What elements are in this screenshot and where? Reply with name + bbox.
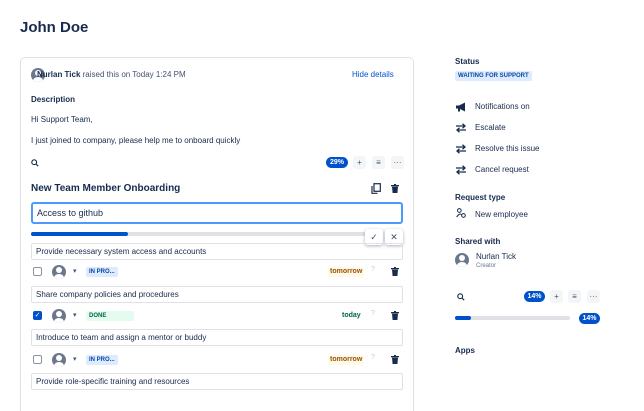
apps-label: Apps [455,346,475,355]
assignee-avatar[interactable] [52,309,66,323]
resolve-issue-action[interactable]: Resolve this issue [475,144,539,153]
description-label: Description [31,95,76,104]
assignee-avatar[interactable] [52,353,66,367]
checklist-item-text[interactable]: Provide necessary system access and acco… [31,243,403,260]
due-date[interactable]: tomorrow [328,267,365,277]
trash-icon[interactable] [391,355,399,364]
trash-icon[interactable] [391,267,399,276]
chevron-down-icon[interactable]: ▾ [73,267,77,275]
transition-arrows-icon [456,144,466,154]
reporter-name[interactable]: Nurlan Tick [37,70,80,79]
checklist-progress-fill [31,232,129,236]
sidebar-progress-badge: 14% [524,291,545,302]
new-employee-icon [456,208,466,218]
checklist-item-text[interactable]: Provide role-specific training and resou… [31,373,403,390]
due-date[interactable]: today [340,311,363,321]
raised-text: raised this on Today 1:24 PM [80,70,186,79]
transition-arrows-icon [456,165,466,175]
raised-line: Nurlan Tick raised this on Today 1:24 PM [37,70,186,79]
status-lozenge[interactable]: IN PRO... [86,267,118,277]
status-lozenge[interactable]: IN PRO... [86,355,118,365]
chevron-down-icon[interactable]: ▾ [73,311,77,319]
more-icon[interactable]: ··· [587,290,600,303]
assignee-avatar[interactable] [52,265,66,279]
description-line-2: I just joined to company, please help me… [31,136,241,145]
trash-icon[interactable] [391,184,399,193]
status-label: Status [455,57,480,66]
chevron-down-icon[interactable]: ▾ [73,355,77,363]
plus-icon[interactable]: + [353,156,366,169]
sidebar-progress-fill [455,316,472,320]
filter-icon[interactable]: ≡ [372,156,385,169]
search-icon[interactable] [31,159,39,167]
copy-icon[interactable] [371,183,381,194]
page-title: John Doe [20,19,89,36]
escalate-action[interactable]: Escalate [475,123,506,132]
notifications-action[interactable]: Notifications on [475,102,530,111]
checklist-item-text[interactable]: Share company policies and procedures [31,286,403,303]
more-icon[interactable]: ··· [391,156,404,169]
sidebar-progress-bar [455,316,570,320]
checklist-item-input[interactable] [31,202,403,224]
checklist-progress-badge: 29% [326,157,348,168]
shared-with-label: Shared with [455,237,501,246]
status-lozenge[interactable]: DONE [86,311,134,321]
checklist-title[interactable]: New Team Member Onboarding [31,183,180,194]
help-icon[interactable]: ? [371,310,375,317]
request-type-value: New employee [475,210,528,219]
item-checkbox[interactable] [33,267,42,276]
shared-user-name[interactable]: Nurlan Tick [476,252,516,261]
hide-details-link[interactable]: Hide details [352,70,394,79]
trash-icon[interactable] [391,311,399,320]
shared-user-role: Creator [476,263,497,269]
plus-icon[interactable]: + [550,290,563,303]
item-checkbox-checked[interactable]: ✓ [33,311,42,320]
request-type-label: Request type [455,193,506,202]
megaphone-icon [456,102,465,112]
checklist-item-text[interactable]: Introduce to team and assign a mentor or… [31,329,403,346]
search-icon[interactable] [457,293,465,301]
status-badge[interactable]: WAITING FOR SUPPORT [455,71,532,81]
item-checkbox[interactable] [33,355,42,364]
help-icon[interactable]: ? [371,354,375,361]
cancel-request-action[interactable]: Cancel request [475,165,529,174]
checklist-progress-bar [31,232,366,236]
sidebar-progress-percent: 14% [579,313,600,324]
shared-user-avatar [455,253,469,267]
help-icon[interactable]: ? [371,266,375,273]
filter-icon[interactable]: ≡ [568,290,581,303]
description-line-1: Hi Support Team, [31,115,93,124]
due-date[interactable]: tomorrow [328,355,365,365]
transition-arrows-icon [456,123,466,133]
